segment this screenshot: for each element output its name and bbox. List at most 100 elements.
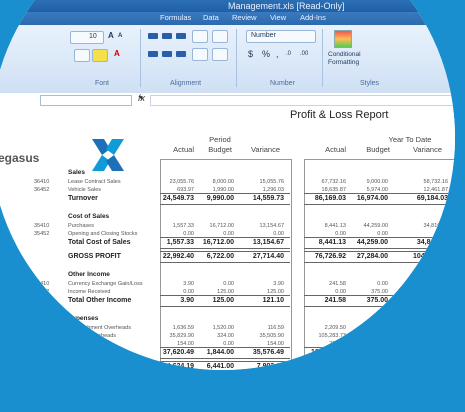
circular-screenshot: Management.xls [Read-Only] Formulas Data… (0, 0, 455, 370)
report-section-heading[interactable]: Sales (0, 169, 455, 177)
currency-icon[interactable]: $ (248, 49, 253, 59)
report-total-row[interactable]: Total Cost of Sales 1,557.33 16,712.00 13,1… (0, 239, 455, 247)
report-line-row[interactable]: 36410 Lease Contract Sales 23,055.76 8,000.… (0, 179, 455, 187)
conditional-formatting-label[interactable]: Conditional Formatting (328, 51, 388, 67)
report-total-row[interactable]: 14,624.19 6,441.00 7,903.19 31,222.89 32,553 (0, 363, 455, 370)
row-label: Travel Expenses (68, 341, 109, 347)
cell-value: 8,441.13 (318, 239, 346, 246)
total-rule (304, 248, 454, 249)
company-name: egasus (0, 151, 40, 165)
group-label-alignment: Alignment (170, 80, 202, 87)
row-label: Currency Exchange Gain/Loss (68, 281, 143, 287)
cell-value: 5,643.00 (360, 349, 388, 356)
font-size-select[interactable]: 10 (70, 31, 104, 44)
name-box[interactable]: ▾ (40, 95, 143, 106)
tab-view[interactable]: View (270, 13, 286, 22)
fx-icon[interactable]: fx (138, 93, 145, 103)
total-rule (304, 237, 454, 238)
align-bottom-icon[interactable] (176, 33, 186, 39)
decrease-font-icon[interactable]: A (118, 33, 122, 39)
align-left-icon[interactable] (148, 51, 158, 57)
group-separator (140, 29, 141, 87)
cell-value: 16,974.00 (356, 195, 388, 202)
report-total-row[interactable]: GROSS PROFIT 22,992.40 6,722.00 27,714.40 76… (0, 253, 455, 261)
cell-value: 35,505.90 (259, 333, 284, 339)
align-right-icon[interactable] (176, 51, 186, 57)
cell-value: 121.10 (262, 297, 284, 304)
borders-icon[interactable] (74, 49, 90, 62)
merge-center-icon[interactable] (212, 48, 228, 61)
cell-value: 2,209.50 (324, 325, 346, 331)
tab-review[interactable]: Review (232, 13, 257, 22)
cell-value: 16,712.00 (202, 239, 234, 246)
cell-value: 9,990.00 (206, 195, 234, 202)
report-total-row[interactable]: Expenses 37,620.49 1,844.00 35,576.49 107,78… (0, 349, 455, 357)
cell-value: 13,154.67 (252, 239, 284, 246)
account-code: 36452 (34, 187, 50, 193)
font-color-icon[interactable]: A (114, 49, 120, 58)
header-actual: Actual (173, 145, 194, 154)
cell-value: 58,732.16 (423, 179, 448, 185)
report-section-heading[interactable]: Other Income (0, 271, 455, 279)
total-rule (160, 358, 290, 359)
formula-input[interactable] (150, 95, 455, 106)
group-label-styles: Styles (360, 80, 380, 87)
fill-color-icon[interactable] (92, 49, 108, 62)
row-label: General Overheads (68, 333, 116, 339)
report-line-row[interactable]: 35410 Purchases 1,557.33 16,712.00 13,154.67… (0, 223, 455, 231)
total-rule (304, 262, 454, 263)
account-code: 35410 (34, 223, 50, 229)
cell-value: 14,624.19 (162, 363, 194, 370)
total-rule (304, 204, 454, 205)
report-line-row[interactable]: 45410 Currency Exchange Gain/Loss 3.90 0.00… (0, 281, 455, 289)
ribbon-tabs: Formulas Data Review View Add-Ins (0, 12, 455, 25)
comma-icon[interactable]: , (276, 49, 279, 59)
cell-value: 1,033.00 (366, 333, 388, 339)
decrease-indent-icon[interactable] (192, 48, 208, 61)
cell-value: 1,520.00 (212, 325, 234, 331)
cell-value: 241.58 (431, 281, 448, 287)
row-label: Other Income (68, 271, 110, 278)
cell-value: 241.58 (324, 297, 346, 304)
cell-value: 104,010.92 (412, 253, 448, 260)
cell-value: 1,636.59 (172, 325, 194, 331)
cell-value: 13,154.67 (259, 223, 284, 229)
increase-font-icon[interactable]: A (108, 31, 114, 40)
increase-decimal-icon[interactable]: .0 (286, 51, 291, 57)
wrap-text-icon[interactable] (212, 30, 228, 43)
cell-value: 67,732.16 (321, 179, 346, 185)
row-label: Purchases (68, 223, 94, 229)
report-total-row[interactable]: Turnover 24,549.73 9,990.00 14,559.73 86,169… (0, 195, 455, 203)
header-ytd: Year To Date (388, 135, 432, 144)
group-label-number: Number (270, 80, 295, 87)
total-rule (160, 251, 290, 252)
percent-icon[interactable]: % (262, 49, 270, 59)
tab-data[interactable]: Data (203, 13, 219, 22)
window-title: Management.xls [Read-Only] (228, 1, 345, 11)
account-code: 35452 (34, 231, 50, 237)
report-section-heading[interactable]: Expenses (0, 315, 455, 323)
header-ytd-variance: Variance (412, 145, 442, 154)
conditional-formatting-icon[interactable] (334, 30, 352, 48)
align-middle-icon[interactable] (162, 33, 172, 39)
report-title: Profit & Loss Report (290, 109, 389, 121)
cell-value: 9,000.00 (366, 179, 388, 185)
report-line-row[interactable]: Establishment Overheads 1,636.59 1,520.00 1… (0, 325, 455, 333)
row-label: Cost of Sales (68, 213, 110, 220)
cell-value: 6,722.00 (206, 253, 234, 260)
decrease-decimal-icon[interactable]: .00 (300, 51, 308, 57)
cell-value: 31,222.89 (314, 363, 346, 370)
align-center-icon[interactable] (162, 51, 172, 57)
worksheet[interactable]: Profit & Loss Report egasus Period Actua… (0, 107, 455, 370)
report-section-heading[interactable]: Cost of Sales (0, 213, 455, 221)
number-format-select[interactable]: Number (246, 30, 316, 43)
account-code: 45410 (34, 281, 50, 287)
header-ytd-budget: Budget (366, 145, 390, 154)
orientation-icon[interactable] (192, 30, 208, 43)
report-line-row[interactable]: General Overheads 35,829.90 324.00 35,505.9… (0, 333, 455, 341)
tab-formulas[interactable]: Formulas (160, 13, 191, 22)
cell-value: 375.00 (366, 297, 388, 304)
tab-add-ins[interactable]: Add-Ins (300, 13, 326, 22)
align-top-icon[interactable] (148, 33, 158, 39)
report-total-row[interactable]: Total Other Income 3.90 125.00 121.10 241.58… (0, 297, 455, 305)
